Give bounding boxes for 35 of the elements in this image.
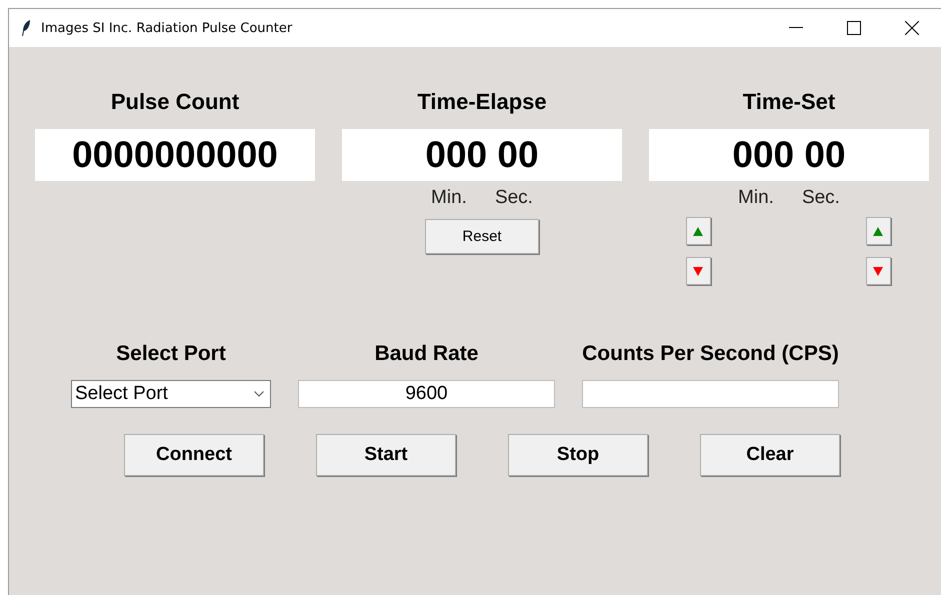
display-label: Time-Set — [742, 89, 836, 116]
increment-button[interactable] — [686, 217, 710, 245]
increment-button[interactable] — [866, 217, 890, 245]
window-title: Images SI Inc. Radiation Pulse Counter — [41, 20, 294, 36]
counter-display: 0000000000 — [35, 129, 315, 181]
counter-display: 000 00 — [342, 129, 622, 181]
close-icon — [905, 21, 919, 35]
field-label: Select Port — [116, 342, 226, 367]
up-arrow-icon — [693, 226, 703, 236]
maximize-icon — [847, 21, 861, 35]
decrement-button[interactable] — [686, 257, 710, 285]
chevron-down-icon — [254, 391, 264, 397]
port-dropdown[interactable]: Select Port — [71, 380, 271, 408]
field-label: Counts Per Second (CPS) — [582, 342, 839, 367]
unit-label: Sec. — [494, 187, 533, 209]
input-field[interactable]: 9600 — [298, 380, 555, 408]
up-arrow-icon — [873, 226, 883, 236]
unit-label: Min. — [738, 187, 774, 209]
action-button[interactable]: Clear — [700, 434, 840, 476]
unit-label: Min. — [431, 187, 467, 209]
field-label: Baud Rate — [374, 342, 478, 367]
decrement-button[interactable] — [866, 257, 890, 285]
feather-icon — [21, 20, 31, 36]
input-field[interactable] — [582, 380, 839, 408]
unit-label: Sec. — [802, 187, 840, 209]
display-label: Time-Elapse — [417, 89, 547, 116]
display-label: Pulse Count — [110, 89, 240, 116]
action-button[interactable]: Connect — [124, 434, 264, 476]
down-arrow-icon — [873, 266, 883, 276]
reset-button[interactable]: Reset — [425, 219, 539, 254]
minimize-icon — [789, 27, 803, 29]
down-arrow-icon — [693, 266, 703, 276]
counter-display: 000 00 — [649, 129, 929, 181]
action-button[interactable]: Start — [316, 434, 456, 476]
action-button[interactable]: Stop — [508, 434, 648, 476]
